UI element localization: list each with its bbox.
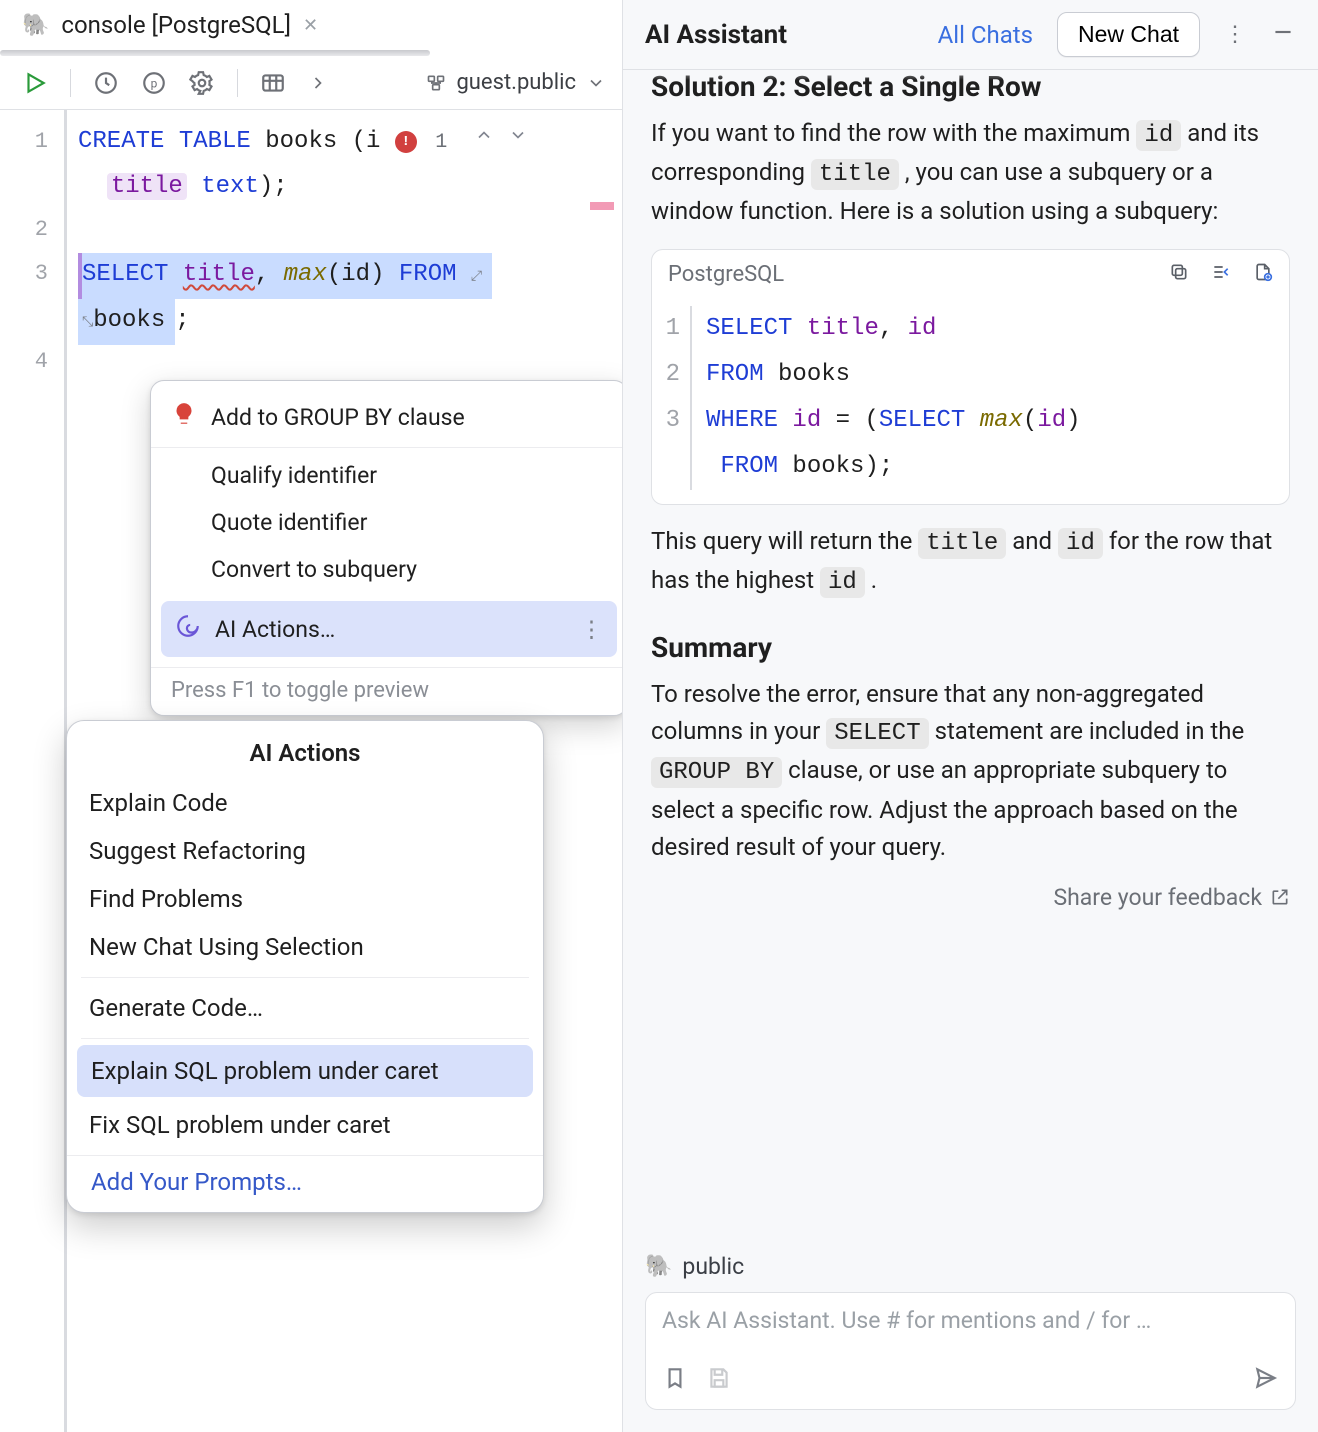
ai-action-explain-sql-problem[interactable]: Explain SQL problem under caret bbox=[77, 1045, 533, 1097]
ai-action-suggest-refactoring[interactable]: Suggest Refactoring bbox=[67, 827, 543, 875]
ai-action-fix-sql-problem[interactable]: Fix SQL problem under caret bbox=[67, 1101, 543, 1149]
assistant-paragraph: To resolve the error, ensure that any no… bbox=[651, 676, 1290, 866]
code-chip-id: id bbox=[1058, 528, 1103, 559]
postgres-icon: 🐘 bbox=[645, 1254, 672, 1279]
chat-context-label: public bbox=[682, 1253, 744, 1280]
code-line: title text); bbox=[78, 165, 614, 209]
kebab-icon[interactable]: ⋮ bbox=[1224, 22, 1246, 47]
ai-swirl-icon bbox=[175, 613, 201, 645]
intention-label: Qualify identifier bbox=[211, 462, 377, 489]
line-gutter: 1 2 3 4 bbox=[0, 110, 62, 1432]
error-nav[interactable] bbox=[474, 125, 528, 145]
schema-icon bbox=[426, 73, 446, 93]
history-icon[interactable] bbox=[93, 70, 119, 96]
create-file-icon[interactable] bbox=[1253, 262, 1273, 288]
summary-heading: Summary bbox=[651, 631, 1290, 664]
intention-label: Convert to subquery bbox=[211, 556, 417, 583]
marker-stripe bbox=[590, 202, 614, 210]
code-line: SELECT title, max(id) FROM ⤢ bbox=[78, 253, 614, 299]
intention-item-groupby[interactable]: Add to GROUP BY clause bbox=[151, 391, 627, 443]
bulb-error-icon bbox=[171, 401, 197, 433]
kebab-icon[interactable]: ⋮ bbox=[580, 616, 603, 643]
minimize-icon[interactable] bbox=[1270, 19, 1296, 51]
code-line: CREATE TABLE books (i ! 1 bbox=[78, 120, 614, 165]
code-card: PostgreSQL 123 bbox=[651, 249, 1290, 505]
intention-label: Quote identifier bbox=[211, 509, 367, 536]
ai-action-find-problems[interactable]: Find Problems bbox=[67, 875, 543, 923]
bookmark-icon[interactable] bbox=[662, 1365, 688, 1397]
schema-selector[interactable]: guest.public bbox=[426, 70, 606, 95]
code-chip-id: id bbox=[1136, 120, 1181, 151]
chevron-up-icon[interactable] bbox=[474, 125, 494, 145]
chevron-down-icon[interactable] bbox=[508, 125, 528, 145]
solution-heading: Solution 2: Select a Single Row bbox=[651, 70, 1290, 103]
ai-assistant-footer: 🐘 public Ask AI Assistant. Use # for men… bbox=[623, 1239, 1318, 1432]
copy-icon[interactable] bbox=[1169, 262, 1189, 288]
external-link-icon bbox=[1270, 887, 1290, 907]
code-line bbox=[78, 209, 614, 253]
toolbar-separator bbox=[70, 69, 71, 97]
chat-context[interactable]: 🐘 public bbox=[645, 1253, 1296, 1280]
ai-actions-menu[interactable]: AI Actions Explain Code Suggest Refactor… bbox=[66, 720, 544, 1213]
run-icon[interactable] bbox=[22, 70, 48, 96]
code-chip-groupby: GROUP BY bbox=[651, 757, 782, 788]
toolbar-separator bbox=[237, 69, 238, 97]
ai-assistant-body[interactable]: Solution 2: Select a Single Row If you w… bbox=[623, 70, 1318, 1239]
insert-icon[interactable] bbox=[1211, 262, 1231, 288]
save-icon[interactable] bbox=[706, 1365, 732, 1397]
intention-label: AI Actions… bbox=[215, 616, 335, 643]
table-icon[interactable] bbox=[260, 70, 286, 96]
settings-icon[interactable] bbox=[189, 70, 215, 96]
editor-tab-console[interactable]: 🐘 console [PostgreSQL] ✕ bbox=[22, 11, 318, 39]
chat-input-placeholder: Ask AI Assistant. Use # for mentions and… bbox=[662, 1307, 1279, 1334]
code-line: ⤡books ; bbox=[78, 299, 614, 345]
intention-footer: Press F1 to toggle preview bbox=[151, 667, 627, 707]
code-card-body[interactable]: 123 SELECT title, id FROM books WHERE id… bbox=[652, 300, 1289, 504]
ai-action-new-chat-selection[interactable]: New Chat Using Selection bbox=[67, 923, 543, 971]
code-chip-title: title bbox=[811, 159, 899, 190]
intention-label: Add to GROUP BY clause bbox=[211, 404, 465, 431]
ai-assistant-pane: AI Assistant All Chats New Chat ⋮ Soluti… bbox=[622, 0, 1318, 1432]
ai-assistant-title: AI Assistant bbox=[645, 20, 787, 50]
postgres-icon: 🐘 bbox=[22, 13, 49, 38]
code-chip-title: title bbox=[918, 528, 1006, 559]
ai-assistant-header: AI Assistant All Chats New Chat ⋮ bbox=[623, 0, 1318, 70]
send-icon[interactable] bbox=[1253, 1365, 1279, 1397]
code-gutter: 123 bbox=[652, 306, 692, 490]
chevron-right-icon[interactable] bbox=[308, 73, 328, 93]
ai-actions-title: AI Actions bbox=[67, 739, 543, 767]
code-language-label: PostgreSQL bbox=[668, 262, 784, 287]
editor-pane: 🐘 console [PostgreSQL] ✕ p guest.public bbox=[0, 0, 622, 1432]
code-content: SELECT title, id FROM books WHERE id = (… bbox=[706, 306, 1275, 490]
menu-separator bbox=[81, 977, 529, 978]
error-count: 1 bbox=[435, 131, 447, 154]
code-chip-id: id bbox=[820, 567, 865, 598]
chevron-down-icon bbox=[586, 73, 606, 93]
code-card-header: PostgreSQL bbox=[652, 250, 1289, 300]
playground-icon[interactable]: p bbox=[141, 70, 167, 96]
ai-action-add-prompts[interactable]: Add Your Prompts… bbox=[67, 1155, 543, 1202]
chat-input[interactable]: Ask AI Assistant. Use # for mentions and… bbox=[645, 1292, 1296, 1410]
new-chat-button[interactable]: New Chat bbox=[1057, 12, 1200, 57]
intention-item-quote[interactable]: Quote identifier bbox=[151, 499, 627, 546]
error-icon[interactable]: ! bbox=[395, 131, 417, 153]
schema-label: guest.public bbox=[456, 70, 576, 95]
intention-menu[interactable]: Add to GROUP BY clause Qualify identifie… bbox=[150, 380, 628, 716]
all-chats-link[interactable]: All Chats bbox=[938, 21, 1033, 49]
menu-separator bbox=[81, 1038, 529, 1039]
assistant-paragraph: If you want to find the row with the max… bbox=[651, 115, 1290, 231]
ai-action-generate-code[interactable]: Generate Code… bbox=[67, 984, 543, 1032]
intention-item-ai-actions[interactable]: AI Actions… ⋮ bbox=[161, 601, 617, 657]
svg-text:p: p bbox=[151, 76, 158, 90]
editor-tab-title: console [PostgreSQL] bbox=[61, 11, 291, 39]
editor-toolbar: p guest.public bbox=[0, 56, 622, 110]
close-icon[interactable]: ✕ bbox=[303, 15, 318, 36]
share-feedback-link[interactable]: Share your feedback bbox=[651, 884, 1290, 911]
intention-item-qualify[interactable]: Qualify identifier bbox=[151, 447, 627, 499]
ai-action-explain-code[interactable]: Explain Code bbox=[67, 779, 543, 827]
assistant-paragraph: This query will return the title and id … bbox=[651, 523, 1290, 601]
code-chip-select: SELECT bbox=[826, 718, 928, 749]
editor-tabbar: 🐘 console [PostgreSQL] ✕ bbox=[0, 0, 622, 50]
intention-item-subquery[interactable]: Convert to subquery bbox=[151, 546, 627, 593]
